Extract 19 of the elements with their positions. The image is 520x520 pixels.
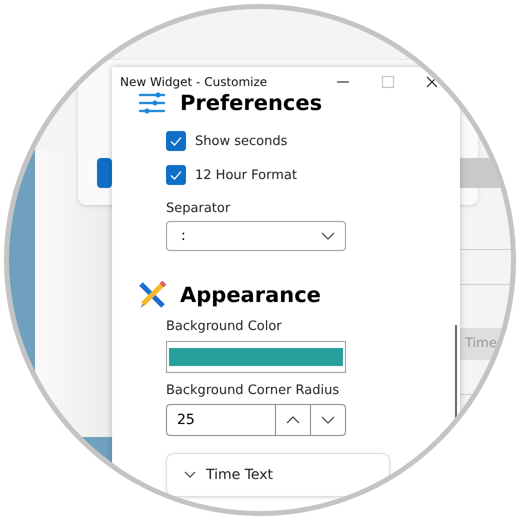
checkbox-label: 12 Hour Format: [195, 168, 297, 182]
section-heading: Preferences: [180, 91, 322, 115]
checkbox[interactable]: [166, 165, 186, 185]
pencil-ruler-icon: [138, 281, 166, 309]
time-text-expander[interactable]: Time Text: [166, 453, 390, 497]
separator-dropdown[interactable]: :: [166, 221, 346, 251]
checkbox[interactable]: [166, 131, 186, 151]
chevron-icon: [184, 471, 196, 479]
close-icon[interactable]: [426, 76, 438, 88]
field-label: Separator: [166, 201, 232, 216]
section-heading: Appearance: [180, 283, 321, 307]
color-picker[interactable]: [166, 341, 346, 373]
sliders-icon: [138, 92, 166, 114]
field-label: Background Color: [166, 319, 283, 334]
app-button[interactable]: [97, 158, 112, 188]
field-label: Background Corner Radius: [166, 383, 340, 398]
checkbox-label: Show seconds: [195, 134, 288, 148]
window-title: New Widget - Customize: [120, 75, 268, 89]
chevron-down-icon: [321, 232, 335, 240]
